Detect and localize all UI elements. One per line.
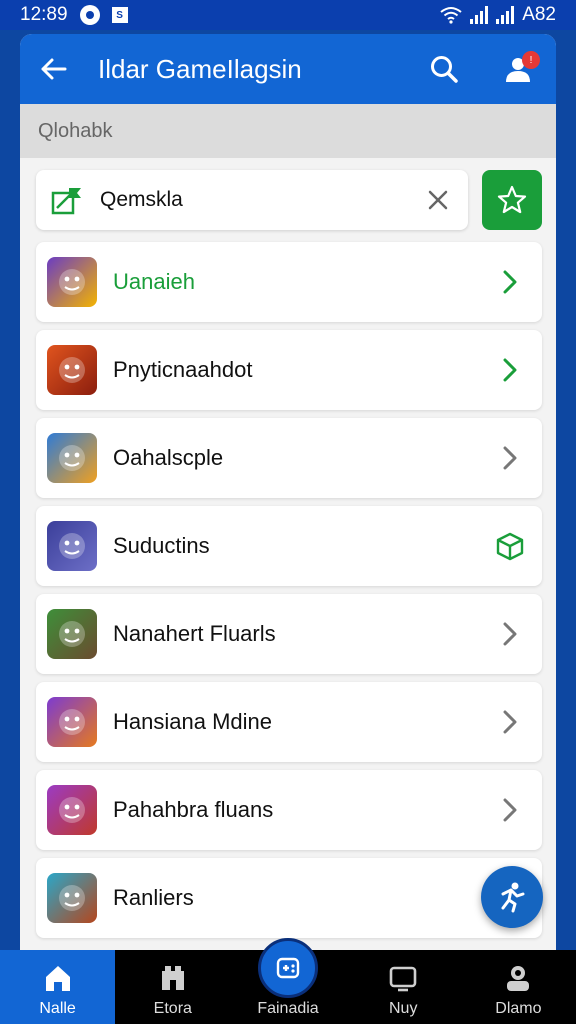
store-icon xyxy=(158,960,188,996)
game-list-item[interactable]: Oahalscple xyxy=(36,418,542,498)
back-button[interactable] xyxy=(38,54,68,84)
bottom-nav: Nalle Etora Fainadia Nuy Dlamo xyxy=(0,938,576,1024)
game-title: Uanaieh xyxy=(113,269,195,294)
app-bar: Ildar GameIlagsin ! xyxy=(20,34,556,104)
star-icon xyxy=(497,185,527,214)
page-title: Ildar GameIlagsin xyxy=(98,53,302,84)
status-bar: 12:89 S A82 xyxy=(0,0,576,30)
game-app-icon xyxy=(47,873,97,923)
nav-item-screen[interactable]: Nuy xyxy=(346,950,461,1024)
profile-icon xyxy=(503,960,533,996)
search-box xyxy=(36,170,468,230)
status-time: 12:89 xyxy=(20,4,68,25)
game-app-icon xyxy=(47,433,97,483)
nav-item-home[interactable]: Nalle xyxy=(0,950,116,1024)
nav-label: Dlamo xyxy=(495,1000,542,1017)
nav-item-profile[interactable]: Dlamo xyxy=(461,950,576,1024)
game-app-icon xyxy=(47,257,97,307)
clear-button[interactable] xyxy=(422,184,454,216)
battery-level: A82 xyxy=(522,4,556,25)
notification-dot-icon xyxy=(79,5,100,25)
game-list-item[interactable]: Pahahbra fluans xyxy=(36,770,542,850)
game-list-item[interactable]: Ranliers xyxy=(36,858,542,938)
screen-icon xyxy=(387,960,419,996)
app-frame: Ildar GameIlagsin ! Qlohabk Qemskla Uana… xyxy=(20,34,556,950)
nav-label: Nuy xyxy=(388,1000,418,1017)
chevron-right-icon xyxy=(494,354,526,386)
close-icon xyxy=(428,190,448,210)
gamepad-icon xyxy=(258,938,318,998)
cube-icon xyxy=(494,530,526,562)
game-app-icon xyxy=(47,521,97,571)
chevron-right-icon xyxy=(494,266,526,298)
game-title: Pahahbra fluans xyxy=(113,797,274,822)
search-input[interactable] xyxy=(100,188,422,212)
game-list-item[interactable]: Hansiana Mdine xyxy=(36,682,542,762)
sim-icon: S xyxy=(111,7,128,23)
nav-label: Fainadia xyxy=(257,1000,319,1017)
game-list-item[interactable]: Uanaieh xyxy=(36,242,542,322)
floating-action-button[interactable] xyxy=(481,866,543,928)
signal-2-icon xyxy=(496,6,515,24)
section-label: Qlohabk xyxy=(38,119,113,142)
search-icon xyxy=(431,56,458,83)
arrow-left-icon xyxy=(41,58,67,80)
nav-label: Nalle xyxy=(39,1000,76,1017)
game-title: Suductins xyxy=(113,533,210,558)
game-list: Uanaieh Pnyticnaahdot Oahalscple Suducti… xyxy=(20,230,556,938)
game-title: Nanahert Fluarls xyxy=(113,621,276,646)
nav-label: Etora xyxy=(153,1000,192,1017)
game-title: Oahalscple xyxy=(113,445,224,470)
chevron-right-icon xyxy=(494,706,526,738)
game-app-icon xyxy=(47,345,97,395)
wifi-icon xyxy=(440,7,462,24)
game-app-icon xyxy=(47,609,97,659)
game-app-icon xyxy=(47,785,97,835)
game-title: Ranliers xyxy=(113,885,194,910)
section-header: Qlohabk xyxy=(20,104,556,158)
chevron-right-icon xyxy=(494,794,526,826)
signal-icon xyxy=(470,6,489,24)
home-icon xyxy=(42,960,74,996)
nav-item-gamepad[interactable]: Fainadia xyxy=(230,938,345,1024)
game-list-item[interactable]: Nanahert Fluarls xyxy=(36,594,542,674)
notification-badge: ! xyxy=(522,51,540,69)
game-app-icon xyxy=(47,697,97,747)
favorite-button[interactable] xyxy=(482,170,542,230)
chevron-right-icon xyxy=(494,618,526,650)
runner-icon xyxy=(501,882,525,913)
search-button[interactable] xyxy=(424,49,464,89)
game-list-item[interactable]: Pnyticnaahdot xyxy=(36,330,542,410)
edit-flag-icon xyxy=(50,182,86,218)
chevron-right-icon xyxy=(494,442,526,474)
game-title: Pnyticnaahdot xyxy=(113,357,253,382)
nav-item-store[interactable]: Etora xyxy=(115,950,230,1024)
search-row xyxy=(20,158,556,230)
profile-button[interactable]: ! xyxy=(498,49,540,89)
game-list-item[interactable]: Suductins xyxy=(36,506,542,586)
game-title: Hansiana Mdine xyxy=(113,709,272,734)
